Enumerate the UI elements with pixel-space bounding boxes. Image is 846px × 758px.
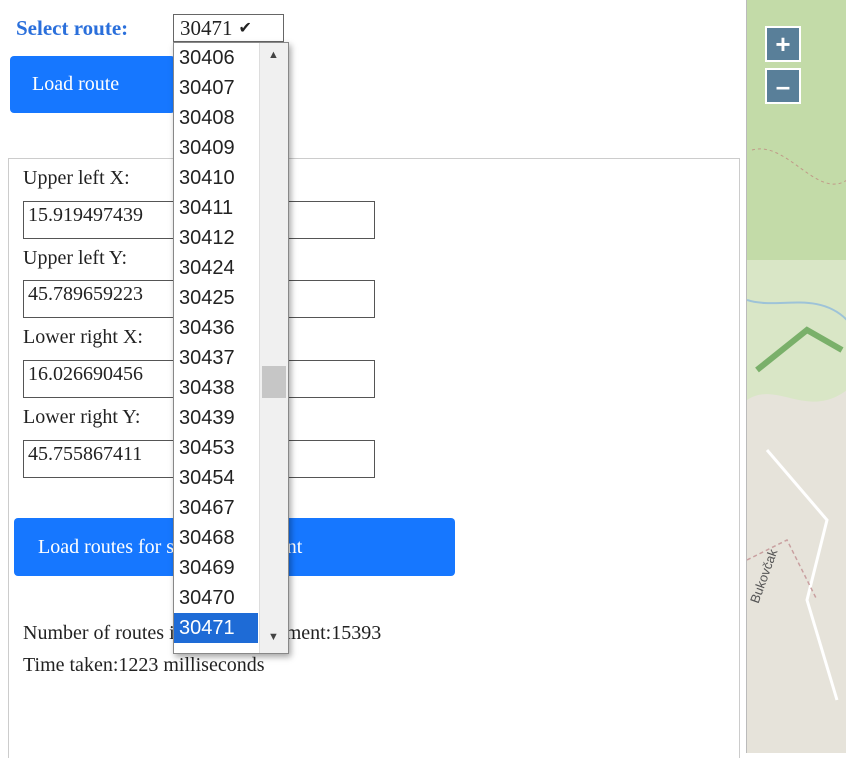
segment-panel: Upper left X: 15.919497439 Upper left Y:… [8,158,740,758]
upper-left-x-label: Upper left X: [23,167,130,189]
load-route-button[interactable]: Load route [10,56,175,113]
dropdown-option[interactable]: 30454 [174,463,258,493]
lower-right-x-label: Lower right X: [23,326,143,348]
zoom-in-button[interactable]: + [765,26,801,62]
scroll-up-icon[interactable]: ▲ [268,49,279,61]
dropdown-option[interactable]: 30438 [174,373,258,403]
dropdown-option[interactable]: 30408 [174,103,258,133]
time-taken-text: Time taken:1223 milliseconds [23,654,265,676]
route-select-row: Select route: [16,14,136,42]
chevron-down-icon: ✔ [238,20,252,37]
upper-left-y-label: Upper left Y: [23,247,128,269]
dropdown-option[interactable]: 30470 [174,583,258,613]
dropdown-option[interactable]: 30437 [174,343,258,373]
dropdown-option[interactable]: 30425 [174,283,258,313]
dropdown-options: 30406 30407 30408 30409 30410 30411 30412 30424… [174,43,258,643]
scroll-down-icon[interactable]: ▼ [268,631,279,643]
scrollbar-thumb[interactable] [262,366,286,398]
dropdown-option[interactable]: 30412 [174,223,258,253]
dropdown-option[interactable]: 30468 [174,523,258,553]
route-select[interactable]: 30471 ✔ [173,14,284,42]
dropdown-option[interactable]: 30407 [174,73,258,103]
dropdown-option[interactable]: 30439 [174,403,258,433]
dropdown-option[interactable]: 30469 [174,553,258,583]
dropdown-option[interactable]: 30467 [174,493,258,523]
map-tiles [747,0,846,753]
dropdown-option[interactable]: 30453 [174,433,258,463]
map-view[interactable]: + – Bukovčak [746,0,846,753]
dropdown-option[interactable]: 30409 [174,133,258,163]
dropdown-option[interactable]: 30436 [174,313,258,343]
dropdown-option[interactable]: 30424 [174,253,258,283]
route-label: Select route: [16,15,129,40]
dropdown-option[interactable]: 30411 [174,193,258,223]
lower-right-y-label: Lower right Y: [23,406,141,428]
zoom-out-button[interactable]: – [765,68,801,104]
dropdown-option[interactable]: 30406 [174,43,258,73]
zoom-control: + – [765,26,801,110]
dropdown-scrollbar[interactable]: ▲ ▼ [259,43,288,653]
route-dropdown-list[interactable]: 30406 30407 30408 30409 30410 30411 30412 30424… [173,42,289,654]
dropdown-option[interactable]: 30471 [174,613,258,643]
route-select-value: 30471 [180,15,233,40]
dropdown-option[interactable]: 30410 [174,163,258,193]
